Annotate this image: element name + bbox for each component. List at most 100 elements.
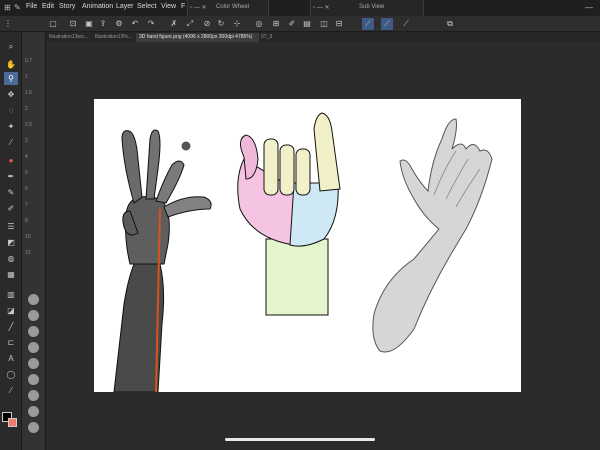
brush-size-preset[interactable] bbox=[28, 294, 39, 305]
symmetry-icon[interactable]: ◫ bbox=[318, 18, 330, 30]
frame-icon[interactable]: ╱ bbox=[4, 320, 18, 333]
grey-hand-sketch bbox=[372, 118, 493, 353]
sub-view-window-title[interactable]: ▫ — ✕ Sub View bbox=[310, 0, 424, 16]
tab-illustration-1[interactable]: Illustration13wo... bbox=[46, 33, 93, 42]
colored-block-hand-figure bbox=[237, 112, 341, 316]
hand-illustrations bbox=[113, 112, 493, 393]
brush-icon[interactable]: ✐ bbox=[4, 202, 18, 215]
transform-icon[interactable]: ⤢ bbox=[184, 18, 196, 30]
size-label: 1 bbox=[25, 74, 28, 80]
size-label: 8 bbox=[25, 218, 28, 224]
snap-icon[interactable]: ⊹ bbox=[231, 18, 243, 30]
blend-icon[interactable]: ◍ bbox=[4, 252, 18, 265]
size-label: 2 bbox=[25, 106, 28, 112]
magnifier-tool-icon[interactable]: ⚲ bbox=[4, 72, 18, 85]
ruler-tool-icon[interactable]: ⊏ bbox=[4, 336, 18, 349]
tab-hand-figure[interactable]: 3D hand figure.png (4096 x 2800px 300dpi… bbox=[136, 33, 259, 42]
move-icon[interactable]: ✥ bbox=[4, 88, 18, 101]
brush-size-palette: 0.7 1 1.5 2 2.5 3 4 5 6 7 8 10 12 bbox=[22, 32, 46, 450]
pen-icon[interactable]: ✎ bbox=[14, 3, 21, 12]
menu-file[interactable]: File bbox=[26, 3, 37, 10]
color-wheel-title: Color Wheel bbox=[216, 4, 250, 10]
hand-icon[interactable]: ✋ bbox=[4, 58, 18, 71]
background-color-swatch[interactable] bbox=[8, 418, 17, 427]
brush-size-preset[interactable] bbox=[28, 374, 39, 385]
eraser-icon[interactable]: ◩ bbox=[4, 236, 18, 249]
menu-story[interactable]: Story bbox=[59, 3, 75, 10]
settings-icon[interactable]: ⚙ bbox=[113, 18, 125, 30]
size-label: 2.5 bbox=[25, 122, 32, 128]
menu-animation[interactable]: Animation bbox=[82, 3, 113, 10]
external-window-icon[interactable]: ⧉ bbox=[444, 18, 456, 30]
export-icon[interactable]: ⇪ bbox=[97, 18, 109, 30]
pen-tool-icon[interactable]: ✒ bbox=[4, 170, 18, 183]
menu-bar: ⊞ ✎ File Edit Story Animation Layer Sele… bbox=[0, 0, 600, 16]
deselect-icon[interactable]: ⊘ bbox=[201, 18, 213, 30]
size-label: 1.5 bbox=[25, 90, 32, 96]
sub-view-title: Sub View bbox=[359, 4, 385, 10]
pencil-icon[interactable]: ✎ bbox=[4, 186, 18, 199]
layer-icon[interactable]: ▤ bbox=[301, 18, 313, 30]
brush-size-preset[interactable] bbox=[28, 390, 39, 401]
home-indicator[interactable] bbox=[225, 438, 375, 441]
size-label: 3 bbox=[25, 138, 28, 144]
lasso-icon[interactable]: ◌ bbox=[4, 104, 18, 117]
open-file-icon[interactable]: ⊡ bbox=[67, 18, 79, 30]
stabilizer-icon[interactable]: ⟋ bbox=[362, 18, 374, 30]
text-icon[interactable]: A bbox=[4, 352, 18, 365]
tab-07-3[interactable]: 07_3 bbox=[258, 33, 291, 42]
minimize-icon[interactable]: — bbox=[585, 3, 593, 12]
window-controls-icon[interactable]: ▫ — ✕ bbox=[190, 4, 207, 11]
brush-size-preset[interactable] bbox=[28, 342, 39, 353]
document-tab-bar: Illustration13wo... Illustration13%... 3… bbox=[46, 32, 600, 42]
redo-icon[interactable]: ↷ bbox=[145, 18, 157, 30]
correction-icon[interactable]: ⁄ bbox=[4, 384, 18, 397]
grid-icon[interactable]: ⊞ bbox=[270, 18, 282, 30]
zoom-icon[interactable]: ⌕ bbox=[4, 40, 18, 53]
menu-layer[interactable]: Layer bbox=[116, 3, 134, 10]
size-label: 10 bbox=[25, 234, 31, 240]
record-icon[interactable]: ● bbox=[4, 154, 18, 167]
ruler-icon[interactable]: ◎ bbox=[253, 18, 265, 30]
balloon-icon[interactable]: ◯ bbox=[4, 368, 18, 381]
curve-icon[interactable]: ⟋ bbox=[381, 18, 393, 30]
figure-icon[interactable]: ◪ bbox=[4, 304, 18, 317]
brush-size-preset[interactable] bbox=[28, 358, 39, 369]
command-bar: ⋮ ▢ ⊡ ▣ ⇪ ⚙ ↶ ↷ ✗ ⤢ ⊘ ↻ ⊹ ◎ ⊞ ✐ ▤ ◫ ⊟ ⟋ … bbox=[0, 16, 600, 32]
size-label: 6 bbox=[25, 186, 28, 192]
menu-view[interactable]: View bbox=[161, 3, 176, 10]
shaded-hand-figure bbox=[113, 129, 212, 393]
size-label: 4 bbox=[25, 154, 28, 160]
menu-more[interactable]: F bbox=[181, 3, 185, 10]
clear-icon[interactable]: ✗ bbox=[168, 18, 180, 30]
menu-edit[interactable]: Edit bbox=[42, 3, 54, 10]
tool-palette: ⌕ ✋ ⚲ ✥ ◌ ✦ ⁄ ● ✒ ✎ ✐ ☰ ◩ ◍ ▦ ▥ ◪ ╱ ⊏ A … bbox=[0, 32, 22, 450]
command-bar-grip-icon[interactable]: ⋮ bbox=[2, 18, 14, 30]
size-label: 0.7 bbox=[25, 58, 32, 64]
line-icon[interactable]: ⟋ bbox=[400, 18, 412, 30]
brush-size-preset[interactable] bbox=[28, 326, 39, 337]
drawing-canvas[interactable] bbox=[94, 99, 521, 393]
size-label: 12 bbox=[25, 250, 31, 256]
lock-icon[interactable]: ⊟ bbox=[333, 18, 345, 30]
menu-select[interactable]: Select bbox=[137, 3, 156, 10]
rotate-icon[interactable]: ↻ bbox=[215, 18, 227, 30]
palette-icon[interactable]: ⊞ bbox=[4, 3, 11, 12]
gradient-icon[interactable]: ▥ bbox=[4, 288, 18, 301]
size-label: 5 bbox=[25, 170, 28, 176]
undo-icon[interactable]: ↶ bbox=[129, 18, 141, 30]
brush-settings-icon[interactable]: ✐ bbox=[286, 18, 298, 30]
size-label: 7 bbox=[25, 202, 28, 208]
brush-size-preset[interactable] bbox=[28, 310, 39, 321]
save-icon[interactable]: ▣ bbox=[83, 18, 95, 30]
fill-icon[interactable]: ▦ bbox=[4, 268, 18, 281]
brush-size-preset[interactable] bbox=[28, 422, 39, 433]
decoration-icon[interactable]: ☰ bbox=[4, 220, 18, 233]
color-wheel-window-title[interactable]: ▫ — ✕ Color Wheel bbox=[187, 0, 269, 16]
new-file-icon[interactable]: ▢ bbox=[47, 18, 59, 30]
window-controls-icon[interactable]: ▫ — ✕ bbox=[313, 4, 330, 11]
eyedropper-icon[interactable]: ⁄ bbox=[4, 136, 18, 149]
tab-illustration-2[interactable]: Illustration13%... bbox=[92, 33, 137, 42]
magic-wand-icon[interactable]: ✦ bbox=[4, 120, 18, 133]
brush-size-preset[interactable] bbox=[28, 406, 39, 417]
